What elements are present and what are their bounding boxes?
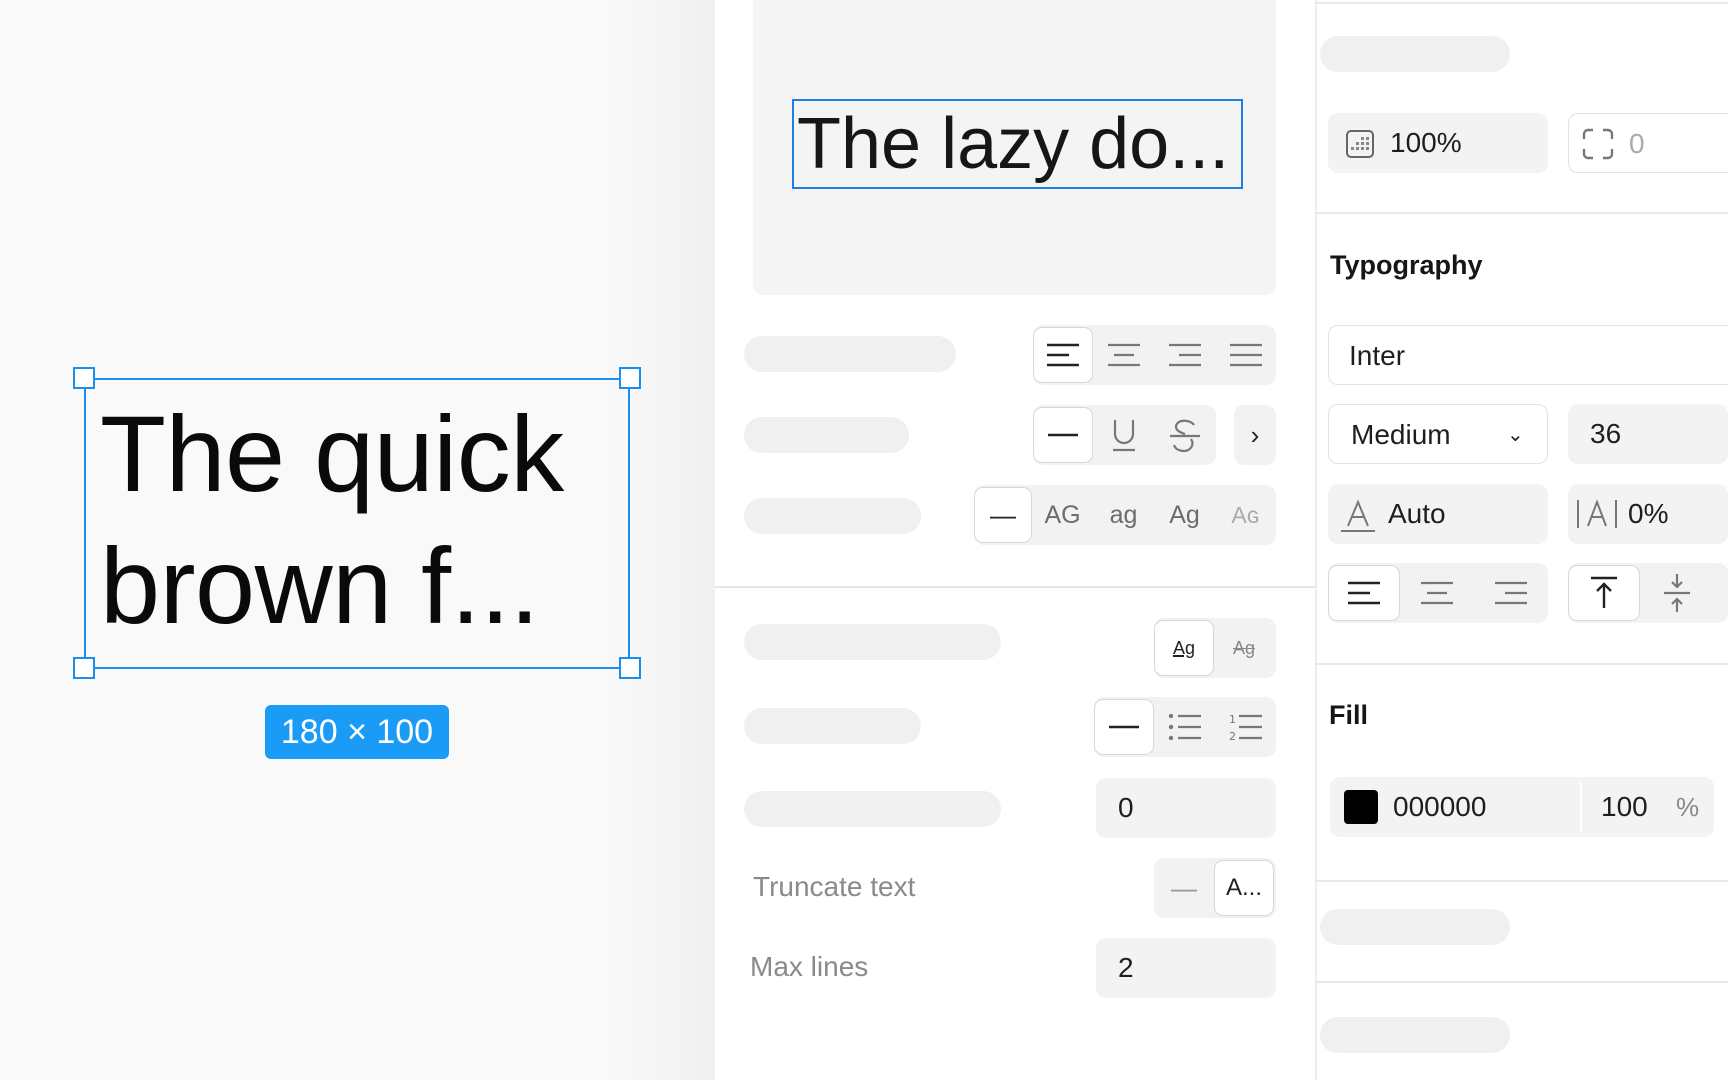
align-right-icon[interactable] (1474, 565, 1548, 621)
truncate-off-option[interactable]: — (1154, 860, 1214, 916)
font-family-select[interactable]: Inter (1328, 325, 1728, 385)
font-size-input[interactable]: 36 (1568, 404, 1728, 464)
section-divider (1315, 2, 1728, 4)
bullet-list-icon[interactable] (1154, 699, 1215, 755)
skeleton-label (744, 417, 909, 453)
list-none-icon[interactable] (1094, 699, 1154, 755)
preview-selection-box (792, 99, 1243, 189)
vertical-trim-segmented[interactable]: Ag Ag (1154, 618, 1276, 678)
vertical-align-segmented[interactable] (1568, 563, 1728, 623)
case-title-option[interactable]: Ag (1154, 487, 1215, 543)
numbered-list-icon[interactable]: 12 (1215, 699, 1276, 755)
line-height-value: Auto (1388, 498, 1446, 529)
fill-title: Fill (1329, 700, 1368, 730)
section-divider (715, 586, 1315, 588)
skeleton-label (1320, 909, 1510, 945)
section-divider (1315, 981, 1728, 983)
align-left-icon[interactable] (1033, 327, 1093, 383)
corner-radius-icon (1582, 128, 1614, 165)
no-decoration-icon[interactable] (1033, 407, 1093, 463)
truncate-text-label: Truncate text (753, 871, 916, 902)
letter-spacing-icon (1576, 498, 1618, 535)
fill-row[interactable] (1330, 777, 1714, 837)
typography-align-segmented[interactable] (1328, 563, 1548, 623)
decoration-more-button[interactable]: › (1234, 405, 1276, 465)
skeleton-label (744, 708, 921, 744)
align-middle-icon[interactable] (1640, 565, 1714, 621)
fill-field-separator (1580, 782, 1582, 832)
resize-handle-top-right[interactable] (619, 367, 641, 389)
truncate-on-option[interactable]: A... (1214, 860, 1274, 916)
font-weight-value: Medium (1351, 419, 1451, 450)
section-divider (1315, 663, 1728, 665)
svg-text:2: 2 (1229, 730, 1236, 742)
svg-text:1: 1 (1229, 713, 1236, 726)
skeleton-label (744, 624, 1001, 660)
skeleton-label (1320, 36, 1510, 72)
chevron-right-icon: › (1250, 420, 1260, 450)
resize-handle-top-left[interactable] (73, 367, 95, 389)
case-small-caps-option[interactable]: Aɢ (1215, 487, 1276, 543)
section-divider (1315, 212, 1728, 214)
text-case-segmented[interactable]: — AG ag Ag Aɢ (974, 485, 1276, 545)
max-lines-label: Max lines (750, 951, 869, 982)
skeleton-label (1320, 1017, 1510, 1053)
trim-cap-height-option[interactable]: Ag (1214, 620, 1274, 676)
align-top-icon[interactable] (1568, 565, 1640, 621)
max-lines-input[interactable]: 2 (1096, 938, 1276, 998)
selection-box[interactable] (84, 378, 630, 669)
paragraph-spacing-input[interactable]: 0 (1096, 778, 1276, 838)
align-right-icon[interactable] (1154, 327, 1215, 383)
section-divider (1315, 880, 1728, 882)
align-justify-icon[interactable] (1215, 327, 1276, 383)
align-center-icon[interactable] (1400, 565, 1474, 621)
chevron-down-icon: ⌄ (1507, 424, 1524, 446)
skeleton-label (744, 336, 956, 372)
text-decoration-segmented[interactable] (1033, 405, 1216, 465)
fill-color-swatch[interactable] (1344, 790, 1378, 824)
case-none-option[interactable]: — (974, 487, 1032, 543)
fill-opacity-input[interactable]: 100 (1601, 777, 1648, 837)
line-height-icon (1340, 497, 1376, 538)
size-badge: 180 × 100 (265, 705, 449, 759)
align-center-icon[interactable] (1093, 327, 1154, 383)
resize-handle-bottom-left[interactable] (73, 657, 95, 679)
letter-spacing-value: 0% (1628, 498, 1669, 529)
skeleton-label (744, 791, 1001, 827)
skeleton-label (744, 498, 921, 534)
fill-hex-input[interactable]: 000000 (1393, 777, 1486, 837)
case-upper-option[interactable]: AG (1032, 487, 1093, 543)
typography-title: Typography (1330, 250, 1483, 280)
list-style-segmented[interactable]: 12 (1094, 697, 1276, 757)
corner-radius-value: 0 (1629, 128, 1645, 159)
panel-border (1315, 0, 1317, 1080)
case-lower-option[interactable]: ag (1093, 487, 1154, 543)
opacity-icon (1345, 129, 1375, 164)
underline-icon[interactable] (1093, 407, 1154, 463)
fill-percent-unit: % (1676, 792, 1700, 822)
resize-handle-bottom-right[interactable] (619, 657, 641, 679)
opacity-value: 100% (1390, 127, 1462, 158)
align-left-icon[interactable] (1328, 565, 1400, 621)
strikethrough-icon[interactable] (1154, 407, 1215, 463)
text-align-segmented[interactable] (1033, 325, 1276, 385)
font-weight-select[interactable]: Medium ⌄ (1328, 404, 1548, 464)
truncate-segmented[interactable]: — A... (1154, 858, 1276, 918)
trim-standard-option[interactable]: Ag (1154, 620, 1214, 676)
